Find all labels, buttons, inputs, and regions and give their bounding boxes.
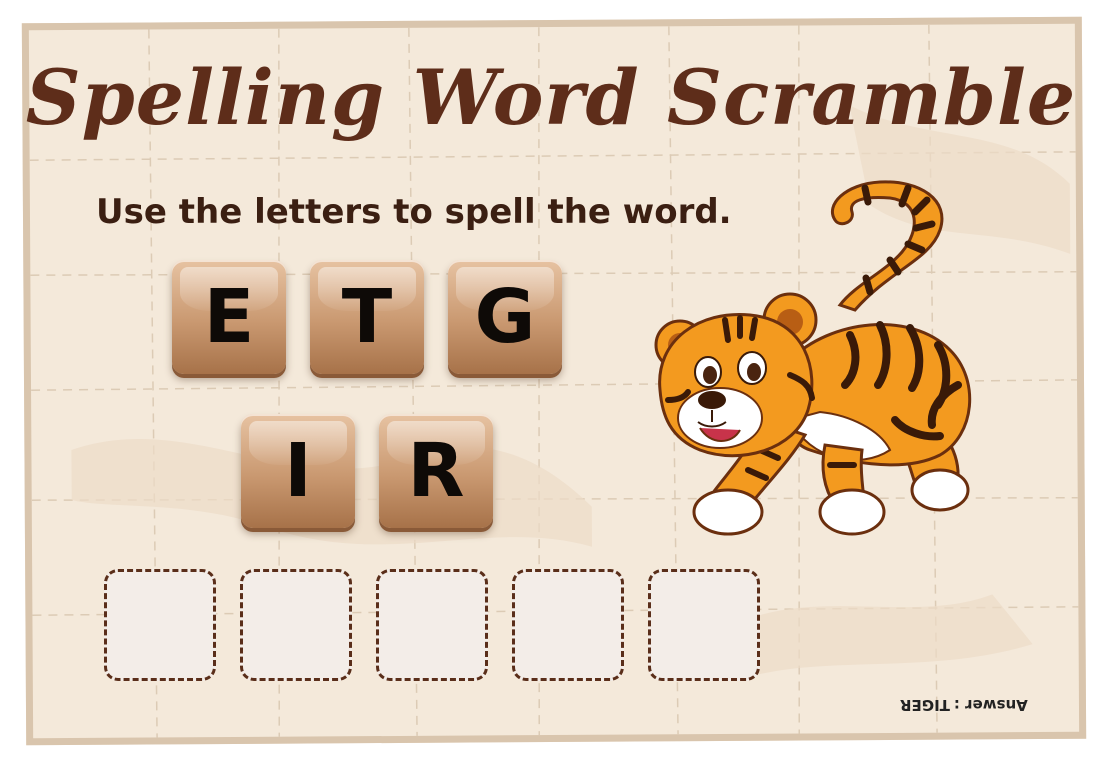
answer-key: Answer :TIGER bbox=[896, 696, 1028, 714]
letter-tile-label: R bbox=[407, 428, 465, 514]
answer-label: Answer : bbox=[953, 696, 1028, 714]
letter-tile[interactable]: G bbox=[448, 260, 562, 374]
tiger-illustration bbox=[654, 180, 972, 536]
game-title: Spelling Word Scramble bbox=[25, 53, 1077, 142]
letter-tile-label: I bbox=[284, 428, 312, 514]
letter-tile-label: G bbox=[474, 274, 536, 360]
letter-tile[interactable]: I bbox=[241, 414, 355, 528]
answer-slot[interactable] bbox=[240, 569, 352, 681]
letter-tile[interactable]: T bbox=[310, 260, 424, 374]
letter-tile-label: T bbox=[341, 274, 393, 360]
letter-tile[interactable]: E bbox=[172, 260, 286, 374]
answer-slot[interactable] bbox=[104, 569, 216, 681]
answer-slot[interactable] bbox=[376, 569, 488, 681]
letter-tile-label: E bbox=[203, 274, 255, 360]
answer-slot[interactable] bbox=[648, 569, 760, 681]
answer-slot[interactable] bbox=[512, 569, 624, 681]
answer-word: TIGER bbox=[900, 696, 950, 714]
instruction-text: Use the letters to spell the word. bbox=[96, 192, 732, 232]
letter-tile[interactable]: R bbox=[379, 414, 493, 528]
